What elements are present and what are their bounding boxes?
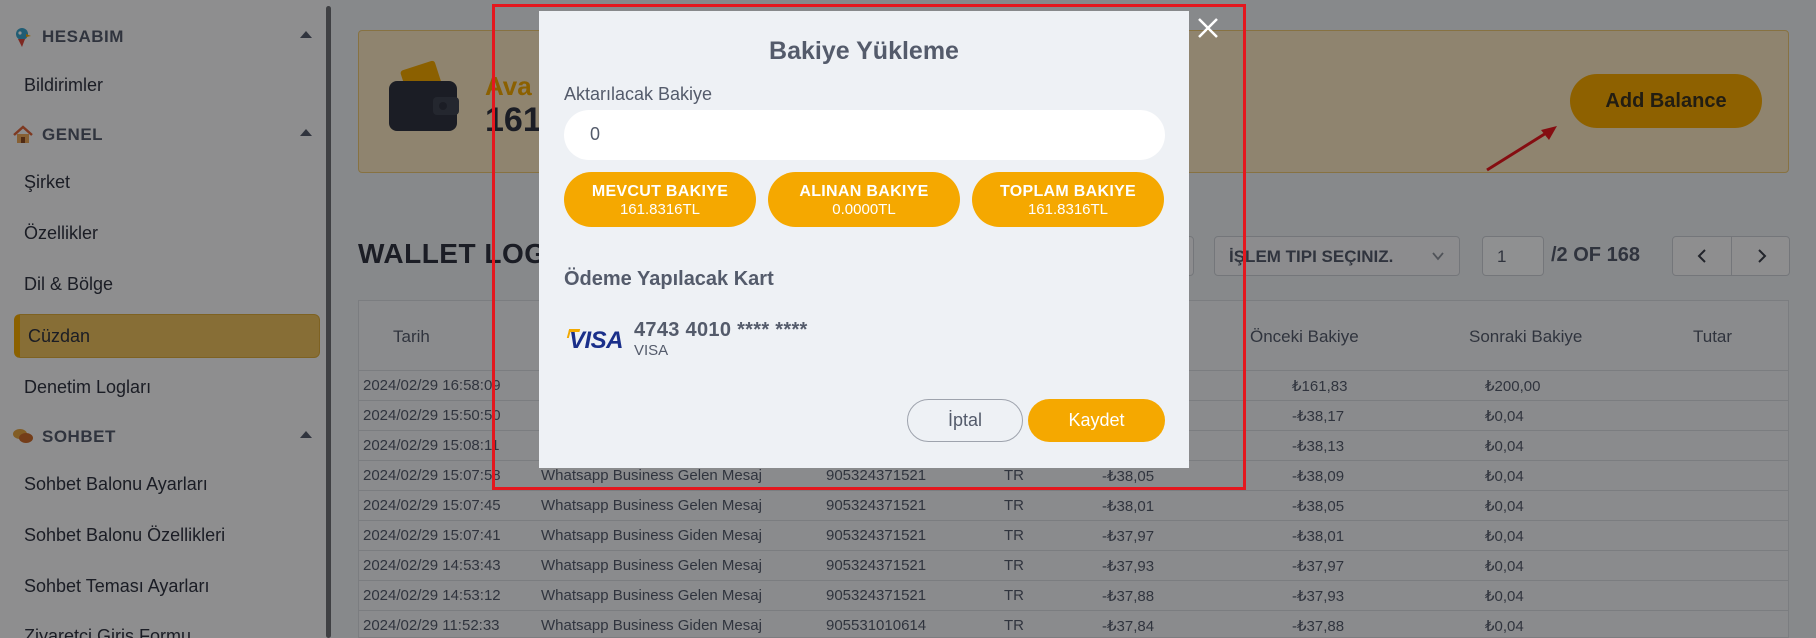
balance-value: 0.0000TL	[832, 201, 896, 218]
save-button[interactable]: Kaydet	[1028, 399, 1165, 442]
cancel-button[interactable]: İptal	[907, 399, 1023, 442]
balance-label: MEVCUT BAKIYE	[591, 183, 729, 200]
close-icon[interactable]	[1196, 16, 1220, 40]
current-balance-button[interactable]: MEVCUT BAKIYE 161.8316TL	[564, 172, 756, 227]
amount-label: Aktarılacak Bakiye	[564, 84, 713, 104]
card-type: VISA	[634, 342, 669, 359]
card-section-title: Ödeme Yapılacak Kart	[564, 268, 774, 290]
amount-input[interactable]: 0	[564, 110, 1165, 160]
balance-label: ALINAN BAKIYE	[799, 183, 929, 200]
add-balance-modal: Bakiye Yükleme Aktarılacak Bakiye 0 MEVC…	[539, 11, 1189, 468]
balance-value: 161.8316TL	[619, 201, 701, 218]
card-number[interactable]: 4743 4010 **** ****	[634, 319, 808, 342]
total-balance-button[interactable]: TOPLAM BAKIYE 161.8316TL	[972, 172, 1164, 227]
modal-title: Bakiye Yükleme	[769, 37, 959, 65]
received-balance-button[interactable]: ALINAN BAKIYE 0.0000TL	[768, 172, 960, 227]
balance-value: 161.8316TL	[1027, 201, 1109, 218]
amount-value: 0	[590, 124, 601, 144]
visa-logo-icon: VISA	[569, 327, 624, 354]
balance-label: TOPLAM BAKIYE	[999, 183, 1137, 200]
